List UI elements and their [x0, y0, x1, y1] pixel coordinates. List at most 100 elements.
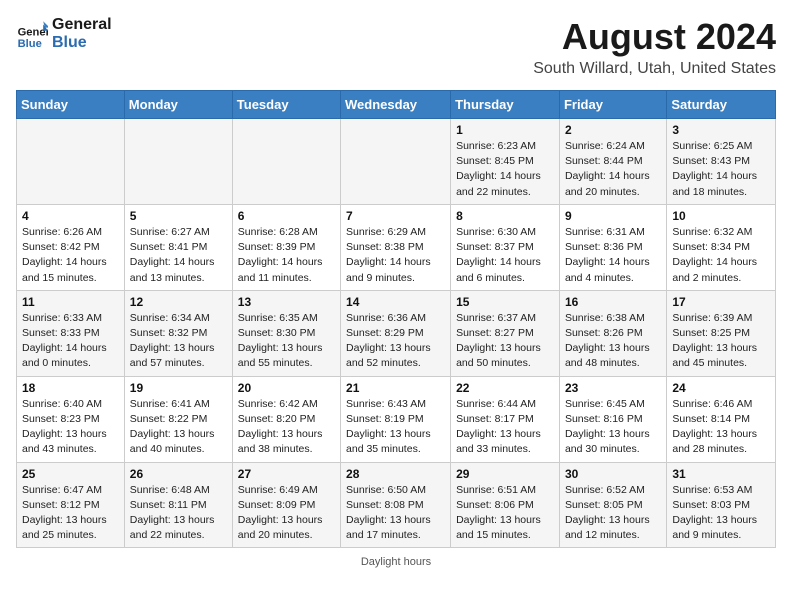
calendar-cell: [341, 119, 451, 205]
calendar-cell: 29 Sunrise: 6:51 AM Sunset: 8:06 PM Dayli…: [451, 462, 560, 548]
calendar-cell: 16 Sunrise: 6:38 AM Sunset: 8:26 PM Dayli…: [559, 290, 666, 376]
calendar-cell: 10Sunrise: 6:32 AM Sunset: 8:34 PM Dayli…: [667, 204, 776, 290]
calendar-cell: 7 Sunrise: 6:29 AM Sunset: 8:38 PM Daylig…: [341, 204, 451, 290]
day-number: 2: [565, 123, 661, 137]
day-detail: Sunrise: 6:26 AM Sunset: 8:42 PM Dayligh…: [22, 225, 119, 286]
day-number: 19: [130, 381, 227, 395]
day-detail: Sunrise: 6:37 AM Sunset: 8:27 PM Dayligh…: [456, 311, 554, 372]
day-detail: Sunrise: 6:49 AM Sunset: 8:09 PM Dayligh…: [238, 483, 335, 544]
svg-text:Blue: Blue: [18, 37, 42, 49]
day-number: 22: [456, 381, 554, 395]
calendar-subtitle: South Willard, Utah, United States: [533, 60, 776, 78]
day-number: 10: [672, 209, 770, 223]
day-detail: Sunrise: 6:44 AM Sunset: 8:17 PM Dayligh…: [456, 397, 554, 458]
calendar-cell: 24Sunrise: 6:46 AM Sunset: 8:14 PM Dayli…: [667, 376, 776, 462]
calendar-cell: [232, 119, 340, 205]
day-number: 9: [565, 209, 661, 223]
day-number: 5: [130, 209, 227, 223]
calendar-cell: 19Sunrise: 6:41 AM Sunset: 8:22 PM Dayli…: [124, 376, 232, 462]
header-day-tuesday: Tuesday: [232, 91, 340, 119]
day-detail: Sunrise: 6:23 AM Sunset: 8:45 PM Dayligh…: [456, 139, 554, 200]
footer-note: Daylight hours: [16, 556, 776, 568]
logo-line1: General: [52, 16, 112, 34]
header-day-wednesday: Wednesday: [341, 91, 451, 119]
day-detail: Sunrise: 6:35 AM Sunset: 8:30 PM Dayligh…: [238, 311, 335, 372]
calendar-cell: [124, 119, 232, 205]
calendar-cell: 1 Sunrise: 6:23 AM Sunset: 8:45 PM Daylig…: [451, 119, 560, 205]
calendar-cell: 11 Sunrise: 6:33 AM Sunset: 8:33 PM Dayli…: [17, 290, 125, 376]
day-number: 13: [238, 295, 335, 309]
calendar-cell: 5 Sunrise: 6:27 AM Sunset: 8:41 PM Daylig…: [124, 204, 232, 290]
calendar-cell: 28 Sunrise: 6:50 AM Sunset: 8:08 PM Dayli…: [341, 462, 451, 548]
day-number: 23: [565, 381, 661, 395]
calendar-cell: 18Sunrise: 6:40 AM Sunset: 8:23 PM Dayli…: [17, 376, 125, 462]
day-number: 12: [130, 295, 227, 309]
day-number: 28: [346, 467, 445, 481]
day-detail: Sunrise: 6:40 AM Sunset: 8:23 PM Dayligh…: [22, 397, 119, 458]
day-detail: Sunrise: 6:48 AM Sunset: 8:11 PM Dayligh…: [130, 483, 227, 544]
calendar-cell: 31 Sunrise: 6:53 AM Sunset: 8:03 PM Dayli…: [667, 462, 776, 548]
calendar-cell: 27 Sunrise: 6:49 AM Sunset: 8:09 PM Dayli…: [232, 462, 340, 548]
day-detail: Sunrise: 6:33 AM Sunset: 8:33 PM Dayligh…: [22, 311, 119, 372]
calendar-week-2: 4Sunrise: 6:26 AM Sunset: 8:42 PM Daylig…: [17, 204, 776, 290]
day-number: 8: [456, 209, 554, 223]
calendar-cell: 13 Sunrise: 6:35 AM Sunset: 8:30 PM Dayli…: [232, 290, 340, 376]
page-header: General Blue General Blue August 2024 So…: [16, 16, 776, 78]
calendar-cell: 20Sunrise: 6:42 AM Sunset: 8:20 PM Dayli…: [232, 376, 340, 462]
day-detail: Sunrise: 6:34 AM Sunset: 8:32 PM Dayligh…: [130, 311, 227, 372]
day-detail: Sunrise: 6:25 AM Sunset: 8:43 PM Dayligh…: [672, 139, 770, 200]
day-detail: Sunrise: 6:24 AM Sunset: 8:44 PM Dayligh…: [565, 139, 661, 200]
day-number: 7: [346, 209, 445, 223]
day-number: 27: [238, 467, 335, 481]
calendar-cell: 25 Sunrise: 6:47 AM Sunset: 8:12 PM Dayli…: [17, 462, 125, 548]
header-day-friday: Friday: [559, 91, 666, 119]
day-number: 24: [672, 381, 770, 395]
day-number: 15: [456, 295, 554, 309]
day-number: 1: [456, 123, 554, 137]
day-detail: Sunrise: 6:43 AM Sunset: 8:19 PM Dayligh…: [346, 397, 445, 458]
day-detail: Sunrise: 6:38 AM Sunset: 8:26 PM Dayligh…: [565, 311, 661, 372]
day-number: 29: [456, 467, 554, 481]
day-number: 31: [672, 467, 770, 481]
calendar-cell: 23 Sunrise: 6:45 AM Sunset: 8:16 PM Dayli…: [559, 376, 666, 462]
calendar-header-row: SundayMondayTuesdayWednesdayThursdayFrid…: [17, 91, 776, 119]
day-number: 3: [672, 123, 770, 137]
calendar-table: SundayMondayTuesdayWednesdayThursdayFrid…: [16, 90, 776, 548]
calendar-week-4: 18Sunrise: 6:40 AM Sunset: 8:23 PM Dayli…: [17, 376, 776, 462]
calendar-cell: 3 Sunrise: 6:25 AM Sunset: 8:43 PM Daylig…: [667, 119, 776, 205]
calendar-cell: 8 Sunrise: 6:30 AM Sunset: 8:37 PM Daylig…: [451, 204, 560, 290]
day-number: 25: [22, 467, 119, 481]
header-day-saturday: Saturday: [667, 91, 776, 119]
day-detail: Sunrise: 6:27 AM Sunset: 8:41 PM Dayligh…: [130, 225, 227, 286]
day-detail: Sunrise: 6:52 AM Sunset: 8:05 PM Dayligh…: [565, 483, 661, 544]
calendar-cell: 22 Sunrise: 6:44 AM Sunset: 8:17 PM Dayli…: [451, 376, 560, 462]
day-number: 21: [346, 381, 445, 395]
day-detail: Sunrise: 6:51 AM Sunset: 8:06 PM Dayligh…: [456, 483, 554, 544]
calendar-cell: 14Sunrise: 6:36 AM Sunset: 8:29 PM Dayli…: [341, 290, 451, 376]
title-area: August 2024 South Willard, Utah, United …: [533, 16, 776, 78]
day-number: 11: [22, 295, 119, 309]
calendar-cell: 12 Sunrise: 6:34 AM Sunset: 8:32 PM Dayli…: [124, 290, 232, 376]
calendar-cell: 21 Sunrise: 6:43 AM Sunset: 8:19 PM Dayli…: [341, 376, 451, 462]
day-number: 16: [565, 295, 661, 309]
calendar-cell: [17, 119, 125, 205]
calendar-cell: 6Sunrise: 6:28 AM Sunset: 8:39 PM Daylig…: [232, 204, 340, 290]
calendar-week-3: 11 Sunrise: 6:33 AM Sunset: 8:33 PM Dayli…: [17, 290, 776, 376]
calendar-cell: 15 Sunrise: 6:37 AM Sunset: 8:27 PM Dayli…: [451, 290, 560, 376]
calendar-title: August 2024: [533, 16, 776, 58]
day-detail: Sunrise: 6:53 AM Sunset: 8:03 PM Dayligh…: [672, 483, 770, 544]
day-number: 14: [346, 295, 445, 309]
day-detail: Sunrise: 6:28 AM Sunset: 8:39 PM Dayligh…: [238, 225, 335, 286]
day-detail: Sunrise: 6:30 AM Sunset: 8:37 PM Dayligh…: [456, 225, 554, 286]
day-detail: Sunrise: 6:29 AM Sunset: 8:38 PM Dayligh…: [346, 225, 445, 286]
day-detail: Sunrise: 6:45 AM Sunset: 8:16 PM Dayligh…: [565, 397, 661, 458]
day-detail: Sunrise: 6:47 AM Sunset: 8:12 PM Dayligh…: [22, 483, 119, 544]
day-detail: Sunrise: 6:50 AM Sunset: 8:08 PM Dayligh…: [346, 483, 445, 544]
day-number: 17: [672, 295, 770, 309]
calendar-week-5: 25 Sunrise: 6:47 AM Sunset: 8:12 PM Dayli…: [17, 462, 776, 548]
header-day-monday: Monday: [124, 91, 232, 119]
logo-line2: Blue: [52, 34, 112, 52]
day-number: 20: [238, 381, 335, 395]
day-number: 26: [130, 467, 227, 481]
day-number: 30: [565, 467, 661, 481]
